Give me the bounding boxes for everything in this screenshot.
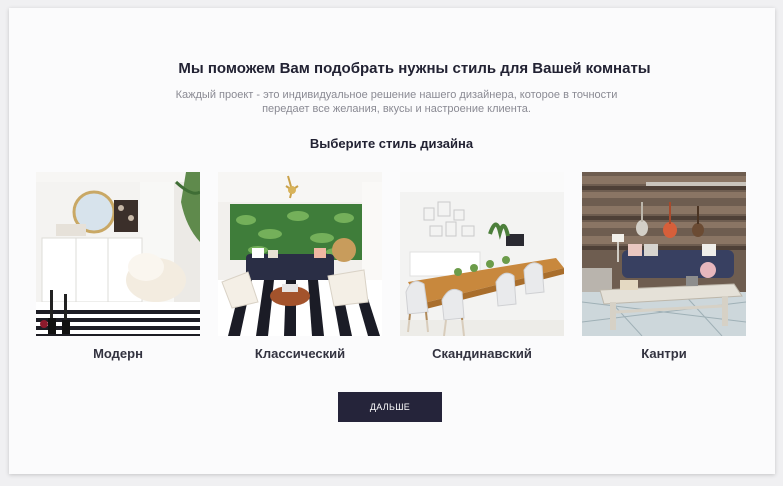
style-option-country[interactable]: Кантри [582,172,746,361]
subtitle-line-2: передает все желания, вкусы и настроение… [262,103,531,115]
page-subtitle: Каждый проект - это индивидуальное решен… [0,88,783,116]
country-room-photo [582,172,746,336]
classic-room-photo [218,172,382,336]
page-title: Мы поможем Вам подобрать нужны стиль для… [178,60,651,77]
style-label-scandinavian: Скандинавский [432,346,532,361]
scandinavian-room-photo [400,172,564,336]
style-label-classic: Классический [254,346,346,361]
choose-style-heading: Выберите стиль дизайна [309,136,474,151]
style-label-country: Кантри [641,346,687,361]
style-option-scandinavian[interactable]: Скандинавский [400,172,564,361]
style-option-classic[interactable]: Классический [218,172,382,361]
modern-room-photo [36,172,200,336]
subtitle-line-1: Каждый проект - это индивидуальное решен… [175,89,618,101]
style-option-modern[interactable]: Модерн [36,172,200,361]
style-label-modern: Модерн [93,346,143,361]
next-button[interactable]: Дальше [338,392,442,422]
